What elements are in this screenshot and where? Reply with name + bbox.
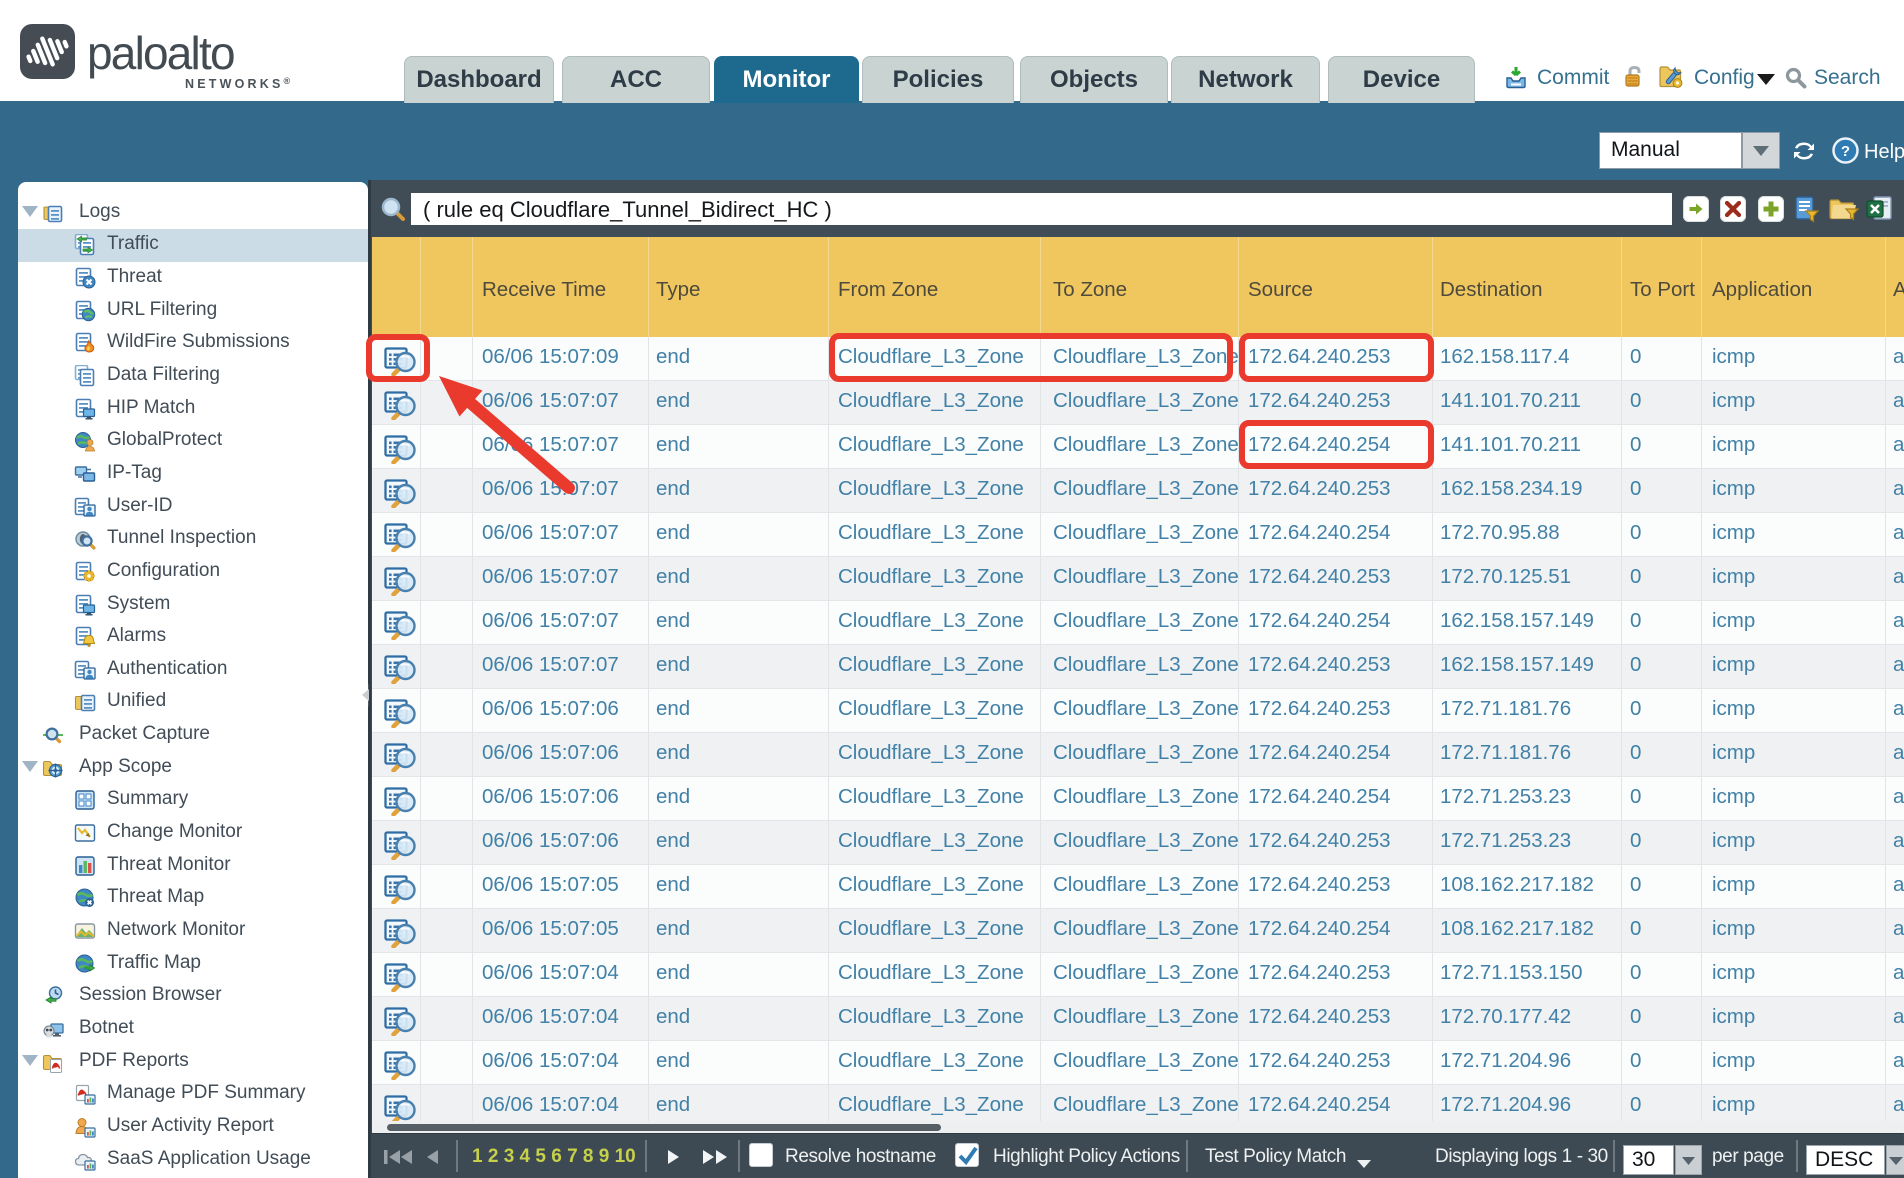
svg-text:?: ? bbox=[1841, 143, 1850, 160]
